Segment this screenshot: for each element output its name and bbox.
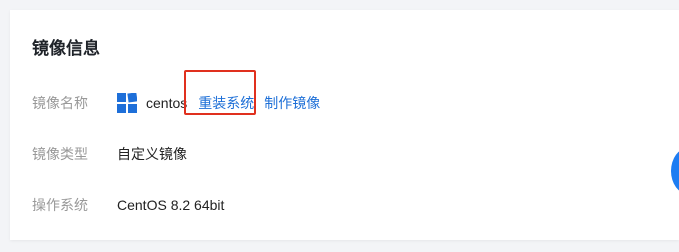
section-title: 镜像信息 [32,39,100,58]
image-type-value: 自定义镜像 [117,146,187,162]
image-type-label: 镜像类型 [32,146,88,162]
reinstall-highlight-box [184,70,256,115]
image-name-text: centos [146,95,188,111]
windows-logo-icon [117,93,137,113]
os-label: 操作系统 [32,197,88,213]
os-value: CentOS 8.2 64bit [117,197,225,213]
image-name-label: 镜像名称 [32,95,88,111]
create-image-link[interactable]: 制作镜像 [264,92,320,114]
image-info-card: 镜像信息 镜像名称 centos 重装系统 制作镜像 镜像类型 自定义镜像 操作… [10,10,679,240]
